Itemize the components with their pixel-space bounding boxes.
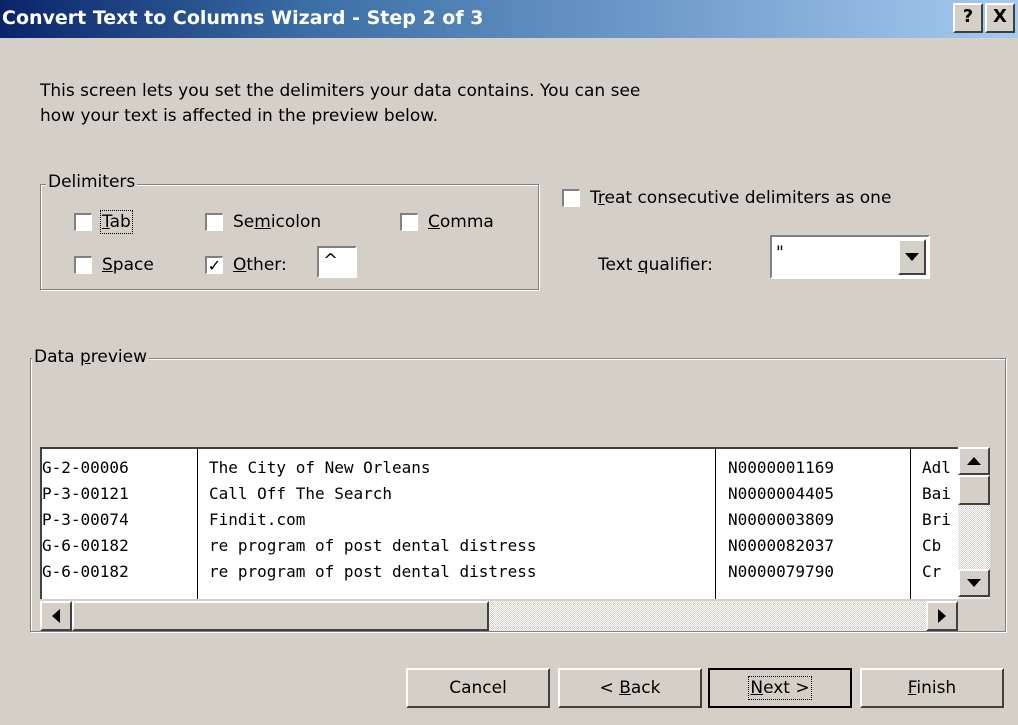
arrow-up-icon bbox=[967, 457, 981, 465]
text-qualifier-dropdown-button[interactable] bbox=[898, 239, 926, 275]
back-button[interactable]: < Back bbox=[558, 668, 702, 708]
text-qualifier-select[interactable]: " bbox=[770, 235, 930, 279]
table-cell: Cb bbox=[922, 536, 942, 555]
table-cell: Cr bbox=[922, 562, 942, 581]
table-cell: re program of post dental distress bbox=[209, 536, 537, 555]
intro-line-1: This screen lets you set the delimiters … bbox=[40, 81, 641, 101]
tab-label: Tab bbox=[100, 210, 133, 234]
horizontal-scrollbar[interactable] bbox=[40, 601, 958, 631]
arrow-right-icon bbox=[938, 609, 946, 623]
table-cell: N0000003809 bbox=[728, 510, 834, 529]
other-checkbox[interactable]: ✓ Other: bbox=[205, 255, 287, 275]
table-cell: N0000082037 bbox=[728, 536, 834, 555]
title-bar: Convert Text to Columns Wizard - Step 2 … bbox=[0, 0, 1018, 38]
table-cell: P-3-00121 bbox=[42, 484, 129, 503]
other-checkbox-box[interactable]: ✓ bbox=[205, 256, 223, 274]
table-row: G-6-00182 re program of post dental dist… bbox=[42, 533, 958, 559]
table-cell: The City of New Orleans bbox=[209, 458, 431, 477]
table-cell: N0000079790 bbox=[728, 562, 834, 581]
space-label: Space bbox=[102, 255, 154, 275]
table-row: P-3-00121 Call Off The Search N000000440… bbox=[42, 481, 958, 507]
cancel-button[interactable]: Cancel bbox=[406, 668, 550, 708]
finish-button[interactable]: Finish bbox=[860, 668, 1004, 708]
scroll-up-button[interactable] bbox=[958, 447, 990, 475]
space-checkbox-box[interactable] bbox=[74, 256, 92, 274]
comma-label: Comma bbox=[428, 212, 494, 232]
table-cell: Call Off The Search bbox=[209, 484, 393, 503]
semicolon-checkbox[interactable]: Semicolon bbox=[205, 212, 321, 232]
space-checkbox[interactable]: Space bbox=[74, 255, 154, 275]
text-qualifier-value: " bbox=[776, 243, 784, 263]
arrow-left-icon bbox=[52, 609, 60, 623]
table-cell: N0000004405 bbox=[728, 484, 834, 503]
table-row: P-3-00074 Findit.com N0000003809 Bri bbox=[42, 507, 958, 533]
intro-text: This screen lets you set the delimiters … bbox=[40, 79, 800, 129]
data-preview-grid[interactable]: G-2-00006 The City of New Orleans N00000… bbox=[40, 447, 958, 599]
window-title: Convert Text to Columns Wizard - Step 2 … bbox=[2, 7, 484, 29]
table-cell: Bri bbox=[922, 510, 951, 529]
comma-checkbox[interactable]: Comma bbox=[400, 212, 494, 232]
scroll-down-button[interactable] bbox=[958, 569, 990, 597]
comma-checkbox-box[interactable] bbox=[400, 213, 418, 231]
table-cell: G-6-00182 bbox=[42, 562, 129, 581]
tab-checkbox[interactable]: Tab bbox=[74, 210, 133, 234]
treat-consecutive-checkbox[interactable]: Treat consecutive delimiters as one bbox=[562, 188, 891, 208]
table-cell: Findit.com bbox=[209, 510, 306, 529]
table-cell: Adl bbox=[922, 458, 951, 477]
vertical-scrollbar[interactable] bbox=[958, 447, 990, 599]
scroll-left-button[interactable] bbox=[40, 601, 72, 631]
scroll-right-button[interactable] bbox=[926, 601, 958, 631]
text-qualifier-label: Text qualifier: bbox=[598, 255, 713, 275]
next-button[interactable]: Next > bbox=[708, 668, 852, 708]
other-label: Other: bbox=[233, 255, 287, 275]
chevron-down-icon bbox=[905, 253, 919, 261]
treat-consecutive-checkbox-box[interactable] bbox=[562, 189, 580, 207]
table-cell: G-2-00006 bbox=[42, 458, 129, 477]
arrow-down-icon bbox=[967, 579, 981, 587]
delimiters-legend: Delimiters bbox=[46, 172, 138, 192]
table-cell: N0000001169 bbox=[728, 458, 834, 477]
tab-checkbox-box[interactable] bbox=[74, 213, 92, 231]
horizontal-scroll-thumb[interactable] bbox=[72, 601, 489, 631]
other-delimiter-input[interactable]: ^ bbox=[317, 246, 357, 278]
table-cell: Bai bbox=[922, 484, 951, 503]
intro-line-2: how your text is affected in the preview… bbox=[40, 106, 439, 126]
help-button[interactable]: ? bbox=[953, 3, 983, 33]
close-button[interactable]: X bbox=[985, 3, 1015, 33]
table-cell: re program of post dental distress bbox=[209, 562, 537, 581]
table-cell: G-6-00182 bbox=[42, 536, 129, 555]
data-preview-legend: Data preview bbox=[32, 347, 150, 367]
table-row: G-2-00006 The City of New Orleans N00000… bbox=[42, 455, 958, 481]
semicolon-checkbox-box[interactable] bbox=[205, 213, 223, 231]
treat-consecutive-label: Treat consecutive delimiters as one bbox=[590, 188, 892, 208]
table-cell: P-3-00074 bbox=[42, 510, 129, 529]
vertical-scroll-thumb[interactable] bbox=[958, 475, 990, 505]
semicolon-label: Semicolon bbox=[233, 212, 322, 232]
table-row: G-6-00182 re program of post dental dist… bbox=[42, 559, 958, 585]
